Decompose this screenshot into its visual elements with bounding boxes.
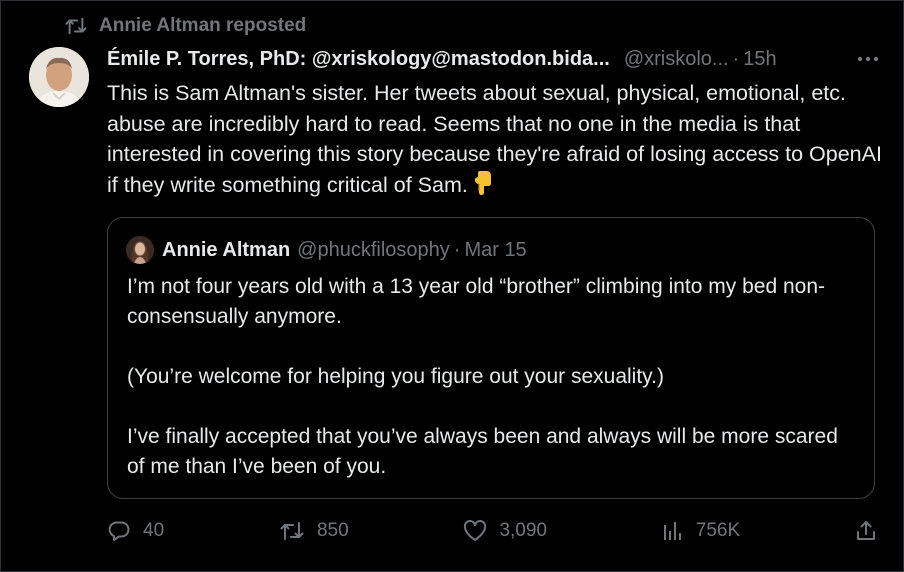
- reply-icon: [107, 519, 131, 543]
- separator-dot: ·: [732, 48, 740, 70]
- tweet-header: Émile P. Torres, PhD: @xriskology@mastod…: [107, 45, 879, 73]
- tweet-text: This is Sam Altman's sister. Her tweets …: [107, 78, 887, 203]
- like-count: 3,090: [499, 520, 547, 541]
- reply-count: 40: [143, 520, 165, 541]
- quote-author-avatar[interactable]: [126, 236, 154, 264]
- author-handle[interactable]: @xriskolo...: [624, 45, 729, 73]
- action-bar: 40 850 3,090 756K: [107, 519, 877, 543]
- repost-count: 850: [316, 520, 349, 541]
- share-icon: [855, 520, 877, 542]
- tweet-body: This is Sam Altman's sister. Her tweets …: [107, 81, 888, 197]
- quote-author-handle[interactable]: @phuckfilosophy: [297, 236, 450, 264]
- share-button[interactable]: [855, 520, 877, 542]
- separator-dot: ·: [453, 239, 461, 261]
- tweet-card[interactable]: Annie Altman reposted Émile P. Torres, P…: [0, 0, 904, 572]
- pointing-down-emoji: [472, 170, 492, 204]
- quote-date[interactable]: Mar 15: [464, 236, 526, 264]
- repost-icon: [279, 520, 305, 542]
- quoted-tweet[interactable]: Annie Altman @phuckfilosophy · Mar 15 I’…: [107, 217, 875, 499]
- like-button[interactable]: 3,090: [463, 520, 547, 542]
- repost-indicator: Annie Altman reposted: [65, 15, 306, 37]
- quote-header: Annie Altman @phuckfilosophy · Mar 15: [126, 236, 527, 264]
- author-avatar[interactable]: [29, 47, 89, 107]
- repost-icon: [65, 16, 87, 36]
- views-button[interactable]: 756K: [662, 520, 740, 542]
- analytics-icon: [662, 520, 684, 542]
- more-icon[interactable]: [857, 56, 879, 62]
- reply-button[interactable]: 40: [107, 519, 164, 543]
- quote-author-name[interactable]: Annie Altman: [162, 236, 290, 264]
- repost-button[interactable]: 850: [279, 520, 349, 542]
- heart-icon: [463, 520, 487, 542]
- views-count: 756K: [695, 520, 741, 541]
- author-name[interactable]: Émile P. Torres, PhD: @xriskology@mastod…: [107, 45, 610, 73]
- tweet-time[interactable]: 15h: [743, 45, 776, 73]
- repost-label[interactable]: Annie Altman reposted: [99, 15, 306, 37]
- quote-text: I’m not four years old with a 13 year ol…: [127, 275, 838, 478]
